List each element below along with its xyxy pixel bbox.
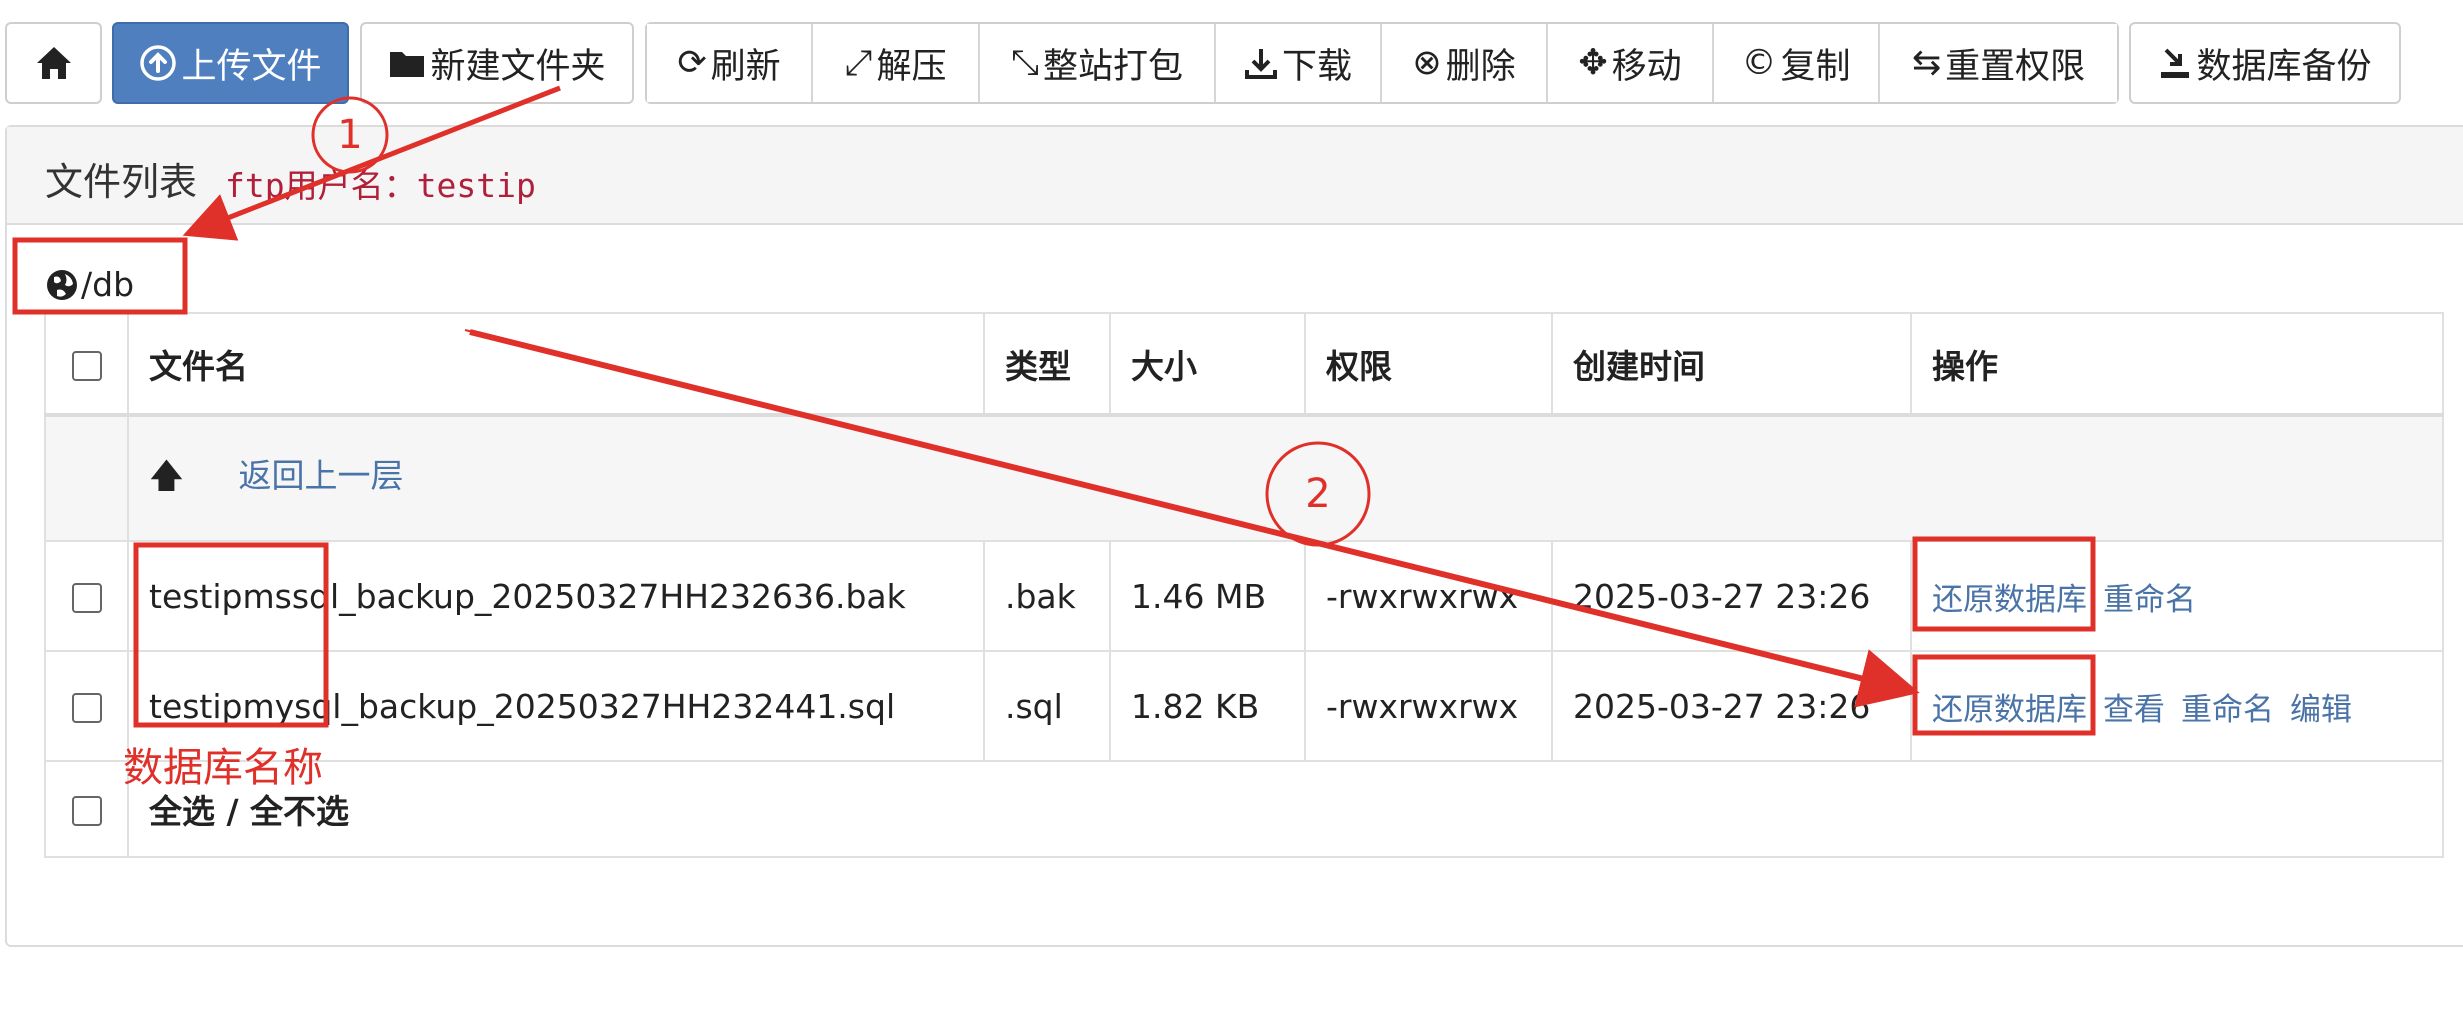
column-header-permission[interactable]: 权限 (1304, 312, 1553, 417)
restore-database-link[interactable]: 还原数据库 (1932, 582, 2087, 618)
reset-permission-label: 重置权限 (1945, 46, 2086, 87)
globe-icon (47, 269, 77, 300)
home-icon (36, 47, 71, 79)
rename-link[interactable]: 重命名 (2103, 582, 2196, 618)
restore-database-link[interactable]: 还原数据库 (1932, 692, 2087, 728)
file-type: .sql (983, 650, 1111, 762)
file-actions: 还原数据库 查看 重命名 编辑 (1910, 650, 2444, 762)
table-header-row: 文件名 类型 大小 权限 创建时间 操作 (44, 312, 2444, 417)
go-up-link[interactable]: 返回上一层 (238, 456, 403, 495)
new-folder-button[interactable]: 新建文件夹 (360, 22, 634, 104)
file-created-time: 2025-03-27 23:26 (1551, 650, 1912, 762)
parent-directory-cell: 🡅 返回上一层 (127, 414, 2444, 542)
column-header-created[interactable]: 创建时间 (1551, 312, 1912, 417)
column-header-actions: 操作 (1910, 312, 2444, 417)
column-header-size[interactable]: 大小 (1109, 312, 1306, 417)
copy-button[interactable]: © 复制 (1714, 24, 1880, 102)
row-select-checkbox[interactable] (71, 693, 102, 723)
column-header-name[interactable]: 文件名 (127, 312, 985, 417)
upload-icon (140, 45, 177, 81)
annotation-step-1: 1 (337, 112, 363, 158)
parent-directory-row: 🡅 返回上一层 (44, 414, 2444, 542)
reset-permission-button[interactable]: ⇆ 重置权限 (1880, 24, 2117, 102)
remove-circle-icon: ⊗ (1412, 43, 1442, 83)
row-select-cell (44, 650, 129, 762)
file-permission: -rwxrwxrwx (1304, 540, 1553, 652)
expand-icon: ⤢ (844, 43, 873, 83)
table-cell (44, 414, 129, 542)
download-icon (1244, 49, 1277, 79)
retweet-icon: ⇆ (1911, 43, 1942, 83)
copy-label: 复制 (1780, 46, 1851, 87)
database-backup-label: 数据库备份 (2196, 46, 2372, 87)
file-action-group: ⟳ 刷新 ⤢ 解压 ⤡ 整站打包 下载 ⊗ 删除 ✥ 移动 © 复制 ⇆ 重置权… (645, 22, 2119, 104)
column-header-type[interactable]: 类型 (983, 312, 1111, 417)
copyright-icon: © (1741, 43, 1777, 83)
download-label: 下载 (1281, 46, 1352, 87)
annotation-database-name-label: 数据库名称 (123, 745, 323, 791)
new-folder-label: 新建文件夹 (430, 46, 606, 87)
annotation-step-2: 2 (1305, 471, 1331, 517)
download-button[interactable]: 下载 (1216, 24, 1382, 102)
header-select-checkbox-cell (44, 312, 129, 417)
file-created-time: 2025-03-27 23:26 (1551, 540, 1912, 652)
file-actions: 还原数据库 重命名 (1910, 540, 2444, 652)
file-name[interactable]: testipmssql_backup_20250327HH232636.bak (127, 540, 985, 652)
folder-icon (390, 52, 425, 77)
refresh-label: 刷新 (710, 46, 781, 87)
select-all-checkbox[interactable] (71, 796, 102, 826)
panel-heading: 文件列表 ftp用户名：testip (7, 127, 2463, 225)
ftp-username-note: ftp用户名：testip (225, 166, 536, 205)
select-all-row: 全选 / 全不选 (44, 760, 2444, 858)
arrow-up-icon: 🡅 (149, 455, 184, 496)
file-table: 文件名 类型 大小 权限 创建时间 操作 🡅 返回上一层 testipmssql… (44, 312, 2444, 858)
extract-button[interactable]: ⤢ 解压 (813, 24, 980, 102)
refresh-icon: ⟳ (677, 43, 707, 83)
delete-button[interactable]: ⊗ 删除 (1382, 24, 1548, 102)
file-size: 1.82 KB (1109, 650, 1306, 762)
row-select-checkbox[interactable] (71, 583, 102, 613)
file-size: 1.46 MB (1109, 540, 1306, 652)
extract-label: 解压 (876, 46, 947, 87)
row-select-cell (44, 540, 129, 652)
pack-site-label: 整站打包 (1043, 46, 1184, 87)
move-label: 移动 (1611, 46, 1682, 87)
view-link[interactable]: 查看 (2103, 692, 2165, 728)
delete-label: 删除 (1445, 46, 1516, 87)
pack-site-button[interactable]: ⤡ 整站打包 (980, 24, 1216, 102)
file-permission: -rwxrwxrwx (1304, 650, 1553, 762)
refresh-button[interactable]: ⟳ 刷新 (647, 24, 813, 102)
import-icon (2161, 48, 2190, 78)
select-all-label[interactable]: 全选 / 全不选 (127, 760, 2444, 858)
header-select-checkbox[interactable] (71, 350, 102, 381)
select-all-cell (44, 760, 129, 858)
move-button[interactable]: ✥ 移动 (1548, 24, 1714, 102)
database-backup-button[interactable]: 数据库备份 (2129, 22, 2401, 104)
move-icon: ✥ (1578, 43, 1608, 83)
table-row: testipmssql_backup_20250327HH232636.bak … (44, 540, 2444, 652)
compress-icon: ⤡ (1010, 43, 1039, 83)
path-label: /db (81, 265, 135, 304)
file-type: .bak (983, 540, 1111, 652)
panel-title: 文件列表 (45, 160, 198, 204)
upload-file-label: 上传文件 (181, 46, 322, 87)
table-row: testipmysql_backup_20250327HH232441.sql … (44, 650, 2444, 762)
home-button[interactable] (5, 22, 102, 104)
rename-link[interactable]: 重命名 (2181, 692, 2274, 728)
upload-file-button[interactable]: 上传文件 (112, 22, 349, 104)
edit-link[interactable]: 编辑 (2290, 692, 2352, 728)
current-path: /db (45, 265, 134, 304)
